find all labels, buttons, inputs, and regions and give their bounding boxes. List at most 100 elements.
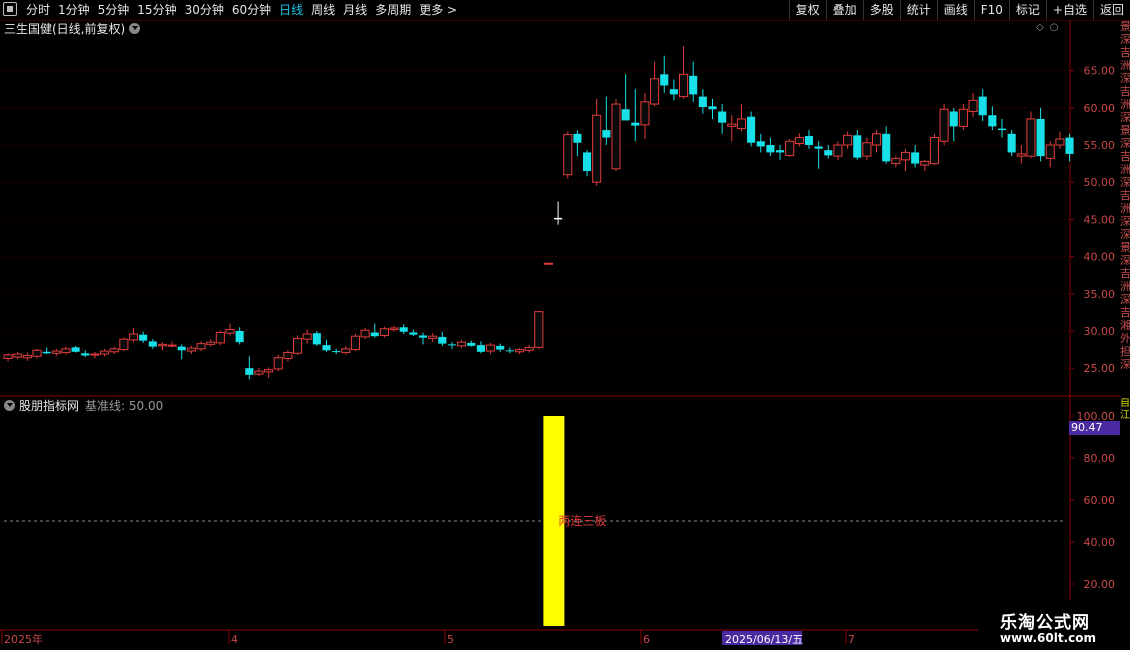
- candle: [524, 345, 534, 353]
- signal-bar-label: 两连三板: [558, 513, 606, 528]
- chart-canvas[interactable]: 25.00 30.00 35.00 40.00 45.00 50.00 55.00 60.00…: [0, 0, 1130, 650]
- candle-body: [505, 350, 514, 352]
- candle-body: [843, 134, 853, 146]
- candle-body: [882, 133, 891, 162]
- candle: [978, 89, 987, 122]
- candle-body: [747, 116, 756, 143]
- candle-body: [853, 135, 862, 158]
- candle-body: [1036, 118, 1045, 157]
- candle: [727, 115, 737, 142]
- candle: [853, 130, 862, 160]
- candle-body: [621, 109, 630, 121]
- date-label: 5: [447, 633, 454, 646]
- date-label: 6: [643, 633, 650, 646]
- candle-body: [350, 335, 360, 351]
- price-tick-label: 55.00: [1084, 139, 1116, 152]
- candle-body: [524, 346, 534, 351]
- candle: [776, 144, 785, 160]
- candle-body: [438, 336, 447, 344]
- candle-body: [90, 353, 100, 356]
- candle: [640, 92, 650, 140]
- candle: [804, 130, 814, 149]
- watermark-site-name: 乐淘公式网: [1000, 613, 1090, 633]
- candle-body: [978, 96, 987, 116]
- candle: [177, 344, 186, 360]
- candle: [1055, 131, 1065, 149]
- candle-body: [476, 345, 485, 352]
- candle: [621, 74, 630, 121]
- candle-body: [1055, 138, 1065, 146]
- candle: [51, 348, 61, 357]
- price-tick-label: 60.00: [1084, 102, 1116, 115]
- candle: [872, 130, 882, 153]
- candle: [467, 340, 476, 347]
- candle: [13, 351, 23, 360]
- candle-body: [32, 349, 42, 357]
- candle-body: [225, 328, 235, 334]
- candle: [505, 347, 514, 354]
- candle: [592, 98, 602, 186]
- candle-body: [1045, 144, 1055, 159]
- candle: [718, 104, 727, 134]
- candle: [370, 323, 379, 338]
- candle: [206, 339, 216, 347]
- candle: [814, 141, 823, 169]
- candle-body: [235, 330, 244, 343]
- candle: [438, 331, 447, 346]
- candle: [148, 339, 157, 349]
- candle-body: [583, 152, 592, 172]
- candle-body: [708, 106, 717, 110]
- candle: [293, 335, 303, 355]
- candle-body: [496, 345, 505, 350]
- candle: [264, 367, 274, 378]
- price-tick-label: 65.00: [1084, 65, 1116, 78]
- candle: [496, 343, 505, 352]
- candle: [418, 332, 428, 345]
- candle-body: [245, 368, 254, 375]
- candle-body: [824, 150, 833, 156]
- candle-body: [13, 353, 23, 358]
- candle-body: [1007, 133, 1016, 153]
- candle-body: [872, 133, 882, 146]
- candle: [350, 333, 360, 352]
- candle: [81, 350, 90, 358]
- candle-body: [215, 331, 225, 344]
- candle-body: [776, 150, 785, 153]
- candle: [650, 61, 660, 107]
- candle-body: [602, 130, 611, 138]
- candle-body: [273, 357, 283, 370]
- candle: [119, 337, 129, 352]
- candle-body: [360, 329, 370, 338]
- candle-body: [920, 160, 930, 166]
- candle-body: [679, 73, 689, 98]
- date-label: 4: [231, 633, 238, 646]
- candle: [90, 351, 100, 359]
- candle-body: [128, 333, 139, 341]
- candle: [785, 139, 795, 157]
- price-tick-label: 40.00: [1084, 251, 1116, 264]
- candle-body: [862, 142, 872, 157]
- candle-body: [631, 122, 640, 126]
- candle-body: [447, 344, 456, 346]
- candle: [3, 353, 13, 362]
- candle-body: [186, 347, 196, 352]
- candle-body: [51, 350, 61, 354]
- side-mark: 自 江: [1120, 398, 1130, 421]
- candle: [631, 89, 640, 142]
- candle-body: [988, 115, 997, 127]
- candle-body: [997, 128, 1007, 131]
- candle-body: [554, 217, 563, 220]
- candle: [988, 106, 997, 131]
- price-tick-label: 45.00: [1084, 213, 1116, 226]
- highlight-date: 2025/06/13/五: [725, 633, 803, 646]
- candle: [71, 345, 80, 353]
- candle: [862, 137, 872, 160]
- candle: [698, 89, 707, 114]
- candle: [660, 55, 669, 93]
- candle-body: [718, 111, 727, 123]
- candle: [379, 326, 389, 338]
- candle: [399, 324, 408, 334]
- candle: [109, 346, 119, 355]
- candle: [196, 341, 206, 352]
- candle-body: [592, 114, 602, 183]
